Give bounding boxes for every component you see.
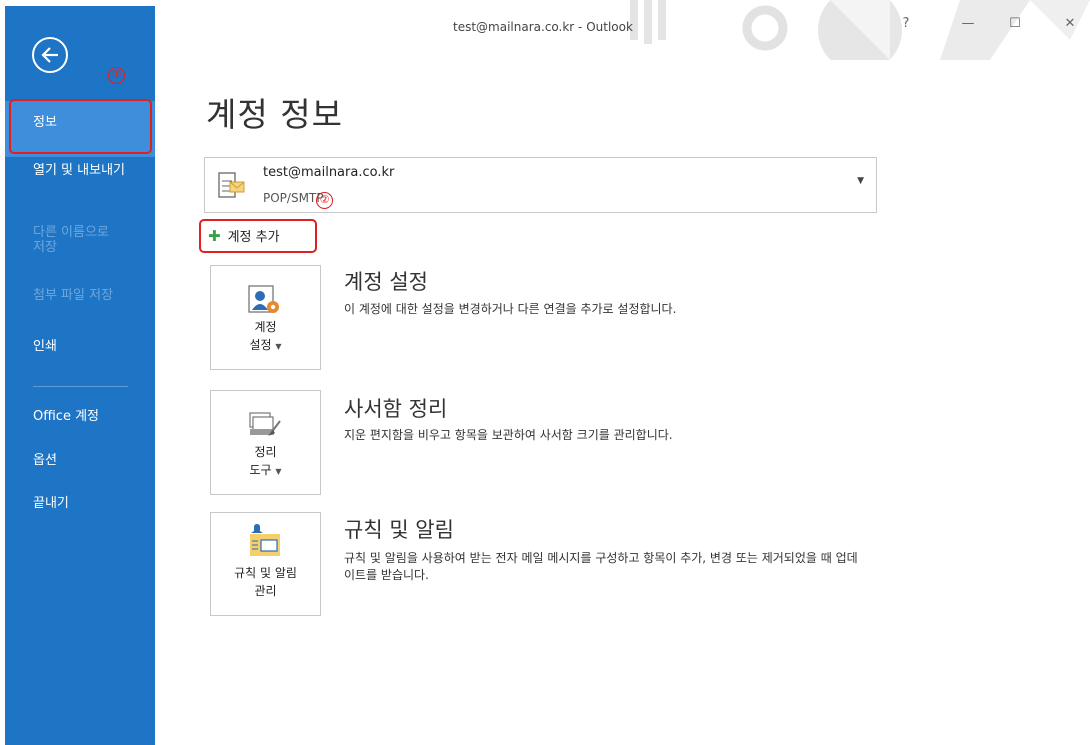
back-arrow-icon: [41, 47, 58, 63]
tile-label: 설정: [249, 338, 272, 352]
page-title: 계정 정보: [206, 95, 343, 134]
sidebar-item-label: 인쇄: [33, 339, 57, 354]
section-description: 이 계정에 대한 설정을 변경하거나 다른 연결을 추가로 설정합니다.: [344, 302, 677, 316]
section-title: 규칙 및 알림: [344, 518, 454, 542]
dropdown-caret-icon: ▼: [275, 342, 282, 351]
close-button[interactable]: ✕: [1060, 14, 1080, 34]
sidebar-item-label: 열기 및 내보내기: [33, 163, 125, 178]
tile-label: 계정: [254, 320, 277, 334]
sidebar-item-save-as: 다른 이름으로 저장: [5, 225, 120, 255]
tile-label: 관리: [254, 584, 277, 598]
maximize-button[interactable]: ☐: [1005, 14, 1025, 34]
sidebar-item-options[interactable]: 옵션: [5, 453, 155, 468]
back-button[interactable]: [32, 37, 68, 73]
account-settings-icon: [248, 285, 279, 313]
account-icon: [218, 172, 245, 198]
tile-label: 정리: [254, 445, 277, 459]
sidebar-item-label: 옵션: [33, 453, 57, 468]
account-settings-tile[interactable]: 계정 설정 ▼: [210, 265, 321, 370]
dropdown-caret-icon: ▼: [275, 467, 282, 476]
account-type: POP/SMTP: [263, 191, 324, 205]
account-selector[interactable]: test@mailnara.co.kr POP/SMTP ▼: [204, 157, 877, 213]
sidebar-item-print[interactable]: 인쇄: [5, 339, 155, 354]
cleanup-tools-icon: [249, 412, 281, 436]
sidebar-item-save-attachments: 첨부 파일 저장: [5, 288, 155, 303]
sidebar-item-label: 다른 이름으로 저장: [33, 225, 109, 255]
rules-alerts-tile[interactable]: 규칙 및 알림 관리: [210, 512, 321, 616]
sidebar-item-label: Office 계정: [33, 409, 99, 424]
minimize-button[interactable]: —: [958, 14, 978, 34]
tile-label: 도구: [249, 463, 272, 477]
window-title: test@mailnara.co.kr - Outlook: [453, 20, 633, 34]
account-email: test@mailnara.co.kr: [263, 165, 395, 180]
annotation-marker-2: ②: [316, 192, 333, 209]
section-title: 계정 설정: [344, 270, 428, 294]
cleanup-tools-tile[interactable]: 정리 도구 ▼: [210, 390, 321, 495]
highlight-add-account: [199, 219, 317, 253]
rules-alerts-icon: [250, 524, 280, 556]
sidebar-item-exit[interactable]: 끝내기: [5, 496, 155, 511]
sidebar-item-label: 첨부 파일 저장: [33, 288, 114, 303]
sidebar-item-label: 끝내기: [33, 496, 69, 511]
tile-label: 규칙 및 알림: [234, 566, 297, 580]
highlight-info: [9, 99, 152, 154]
section-description: 지운 편지함을 비우고 항목을 보관하여 사서함 크기를 관리합니다.: [344, 428, 673, 442]
sidebar-item-open-export[interactable]: 열기 및 내보내기: [5, 163, 125, 178]
sidebar-item-office-account[interactable]: Office 계정: [5, 409, 155, 424]
section-description: 규칙 및 알림을 사용하여 받는 전자 메일 메시지를 구성하고 항목이 추가,…: [344, 551, 858, 582]
annotation-marker-1: ①: [108, 67, 125, 84]
sidebar-divider: [33, 386, 128, 387]
chevron-down-icon: ▼: [857, 176, 864, 186]
help-button[interactable]: ?: [896, 14, 916, 34]
section-title: 사서함 정리: [344, 397, 448, 421]
